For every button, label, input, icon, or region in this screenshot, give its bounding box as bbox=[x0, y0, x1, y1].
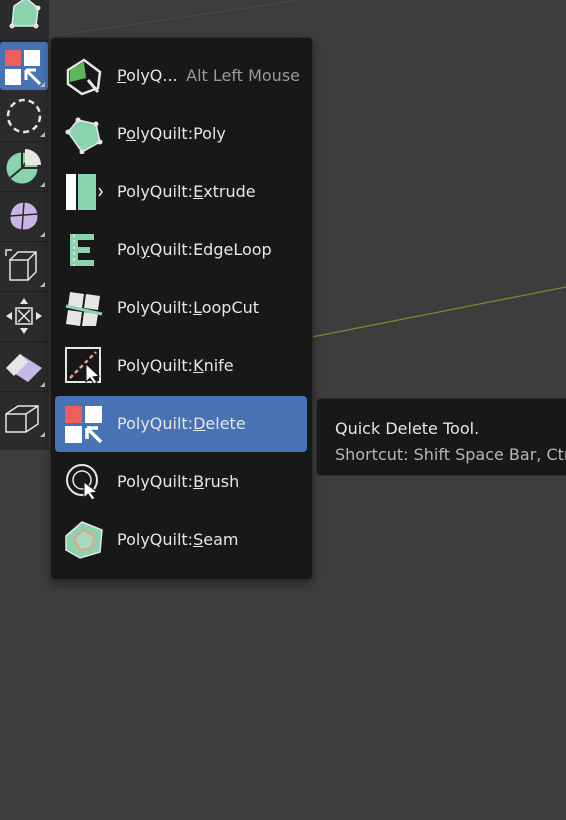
sphere-icon bbox=[9, 201, 39, 231]
menu-item-polyquilt-knife[interactable]: PolyQuilt:Knife bbox=[55, 338, 307, 394]
tool-polyquilt-delete[interactable] bbox=[0, 42, 48, 90]
menu-item-polyquilt-loopcut[interactable]: PolyQuilt:LoopCut bbox=[55, 280, 307, 336]
tool-separator bbox=[0, 40, 48, 41]
polyquilt-extrude-icon bbox=[66, 174, 103, 210]
tool-pie-menu[interactable] bbox=[0, 142, 48, 190]
pie-menu-icon bbox=[5, 149, 41, 185]
menu-item-label: PolyQuilt:EdgeLoop bbox=[117, 240, 272, 259]
menu-item-polyquilt-seam[interactable]: PolyQuilt:Seam bbox=[55, 512, 307, 568]
move-icon bbox=[6, 298, 42, 334]
polyquilt-edgeloop-icon bbox=[70, 234, 94, 266]
menu-item-polyquilt-delete[interactable]: PolyQuilt:Delete bbox=[55, 396, 307, 452]
polyquilt-loopcut-icon bbox=[65, 292, 103, 326]
tool-rhombus[interactable] bbox=[0, 342, 48, 390]
polyquilt-seam-icon bbox=[65, 521, 103, 559]
tool-cube-extrude[interactable] bbox=[0, 242, 48, 290]
tool-tooltip: Quick Delete Tool. Shortcut: Shift Space… bbox=[316, 398, 566, 476]
tool-submenu-indicator bbox=[40, 282, 45, 287]
polyquilt-poly-icon bbox=[65, 117, 103, 154]
polyquilt-poly-icon bbox=[9, 0, 41, 29]
menu-item-polyquilt-extrude[interactable]: PolyQuilt:Extrude bbox=[55, 164, 307, 220]
tool-submenu-indicator bbox=[40, 232, 45, 237]
menu-item-label: PolyQuilt:Knife bbox=[117, 356, 234, 375]
rhombus-icon bbox=[6, 354, 42, 382]
polyquilt-brush-icon bbox=[66, 464, 99, 501]
menu-item-polyquilt-brush[interactable]: PolyQuilt:Brush bbox=[55, 454, 307, 510]
tool-select-circle[interactable] bbox=[0, 92, 48, 140]
tool-submenu-indicator bbox=[40, 132, 45, 137]
menu-item-polyquilt[interactable]: PolyQ... Alt Left Mouse bbox=[55, 48, 307, 104]
menu-item-label: PolyQ... bbox=[117, 66, 178, 85]
tool-submenu-indicator bbox=[40, 432, 45, 437]
tool-submenu-indicator bbox=[40, 82, 45, 87]
tooltip-title: Quick Delete Tool. bbox=[335, 419, 480, 438]
polyquilt-knife-icon bbox=[65, 347, 101, 385]
menu-item-label: PolyQuilt:Seam bbox=[117, 530, 239, 549]
polyquilt-icon bbox=[66, 58, 102, 96]
select-circle-icon bbox=[6, 98, 42, 134]
tool-submenu-indicator bbox=[40, 382, 45, 387]
tool-sphere[interactable] bbox=[0, 192, 48, 240]
menu-item-label: PolyQuilt:LoopCut bbox=[117, 298, 260, 317]
polyquilt-delete-icon bbox=[65, 406, 103, 444]
tool-cube[interactable] bbox=[0, 392, 48, 440]
cube-icon bbox=[5, 405, 39, 433]
tool-shelf bbox=[0, 0, 49, 450]
menu-item-label: PolyQuilt:Poly bbox=[117, 124, 226, 143]
tool-move[interactable] bbox=[0, 292, 48, 340]
menu-item-label: PolyQuilt:Brush bbox=[117, 472, 240, 491]
menu-item-polyquilt-edgeloop[interactable]: PolyQuilt:EdgeLoop bbox=[55, 222, 307, 278]
polyquilt-delete-icon bbox=[5, 50, 42, 86]
menu-item-label: PolyQuilt:Extrude bbox=[117, 182, 256, 201]
tool-dropdown-menu: PolyQ... Alt Left Mouse PolyQuilt:Poly P… bbox=[50, 37, 313, 580]
cube-extrude-icon bbox=[5, 249, 37, 281]
menu-item-label: PolyQuilt:Delete bbox=[117, 414, 246, 433]
menu-item-shortcut: Alt Left Mouse bbox=[186, 66, 300, 85]
tool-submenu-indicator bbox=[40, 182, 45, 187]
tool-polyquilt-poly[interactable] bbox=[0, 0, 48, 36]
tooltip-shortcut: Shortcut: Shift Space Bar, Ctrl bbox=[335, 445, 566, 464]
menu-item-polyquilt-poly[interactable]: PolyQuilt:Poly bbox=[55, 106, 307, 162]
